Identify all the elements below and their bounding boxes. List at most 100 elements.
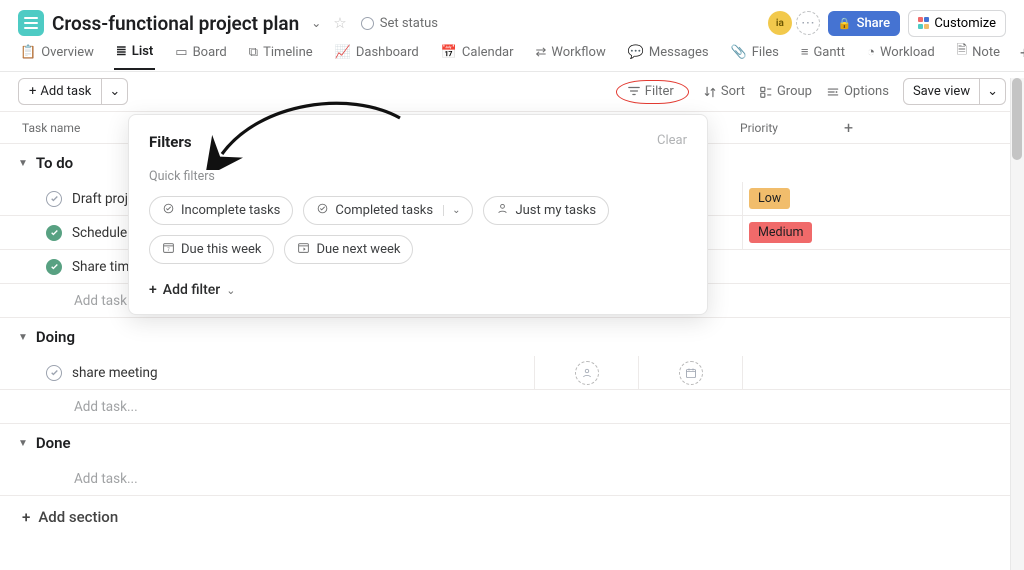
add-task-row[interactable]: Add task... bbox=[0, 390, 1024, 424]
tab-timeline[interactable]: ⧉ Timeline bbox=[247, 45, 315, 69]
sort-icon bbox=[703, 85, 717, 99]
set-status-button[interactable]: Set status bbox=[361, 16, 438, 31]
group-button[interactable]: Group bbox=[759, 84, 812, 99]
tab-gantt[interactable]: ≡Gantt bbox=[799, 44, 847, 69]
tab-label: Note bbox=[972, 45, 1000, 60]
filters-clear-button[interactable]: Clear bbox=[657, 133, 687, 148]
add-task-button[interactable]: + Add task bbox=[18, 78, 102, 105]
tab-board[interactable]: ▭ Board bbox=[173, 45, 229, 69]
tab-label: Workflow bbox=[551, 45, 605, 60]
tab-list[interactable]: ≣List bbox=[114, 44, 155, 70]
quick-filter-chip[interactable]: Incomplete tasks bbox=[149, 196, 293, 225]
filters-popover: Filters Clear Quick filters Incomplete t… bbox=[128, 114, 708, 315]
chip-icon bbox=[162, 202, 175, 219]
tab-label: Workload bbox=[880, 45, 935, 60]
tab-label: Overview bbox=[41, 45, 94, 60]
share-button[interactable]: 🔒 Share bbox=[828, 11, 900, 36]
tab-label: Dashboard bbox=[356, 45, 419, 60]
complete-checkbox[interactable] bbox=[46, 365, 62, 381]
add-filter-button[interactable]: + Add filter ⌄ bbox=[149, 282, 687, 298]
chip-label: Just my tasks bbox=[515, 203, 596, 218]
set-status-label: Set status bbox=[380, 16, 438, 31]
add-member-button[interactable]: ⋯ bbox=[796, 11, 820, 35]
avatar[interactable]: ia bbox=[768, 11, 792, 35]
section-name: To do bbox=[36, 154, 73, 172]
complete-checkbox[interactable] bbox=[46, 225, 62, 241]
add-column-button[interactable]: + bbox=[844, 118, 853, 137]
sort-label: Sort bbox=[721, 84, 745, 99]
add-section-label: Add section bbox=[38, 508, 118, 526]
group-label: Group bbox=[777, 84, 812, 99]
options-icon bbox=[826, 85, 840, 99]
task-row[interactable]: share meeting bbox=[0, 356, 1024, 390]
add-task-row[interactable]: Add task... bbox=[0, 462, 1024, 496]
quick-filters-label: Quick filters bbox=[149, 169, 687, 184]
priority-badge[interactable]: Medium bbox=[749, 222, 812, 243]
save-view-dropdown[interactable]: ⌄ bbox=[980, 78, 1006, 105]
sort-button[interactable]: Sort bbox=[703, 84, 745, 99]
tab-icon: 💬 bbox=[628, 45, 644, 60]
options-label: Options bbox=[844, 84, 889, 99]
complete-checkbox[interactable] bbox=[46, 259, 62, 275]
filter-icon bbox=[627, 84, 641, 98]
assignee-placeholder[interactable] bbox=[575, 361, 599, 385]
add-section-button[interactable]: + Add section bbox=[0, 496, 1024, 538]
tab-messages[interactable]: 💬 Messages bbox=[626, 45, 711, 69]
view-tabs: 📋Overview ≣List ▭ Board ⧉ Timeline 📈 Dashboard 📅… bbox=[0, 38, 1024, 72]
tab-workflow[interactable]: ⇄Workflow bbox=[534, 45, 608, 69]
status-dot-icon bbox=[361, 17, 374, 30]
column-priority: Priority bbox=[740, 121, 844, 135]
add-tab-button[interactable]: + bbox=[1020, 43, 1024, 70]
customize-button[interactable]: Customize bbox=[908, 10, 1006, 37]
quick-filter-chip[interactable]: Completed tasks ⌄ bbox=[303, 196, 473, 225]
tab-files[interactable]: 📎 Files bbox=[729, 45, 781, 69]
section-header[interactable]: ▼Done bbox=[0, 424, 1024, 462]
tab-icon: ⧉ bbox=[249, 45, 258, 60]
chevron-down-icon[interactable]: ⌄ bbox=[443, 205, 460, 216]
quick-filter-chip[interactable]: Due next week bbox=[284, 235, 413, 264]
tab-label: Board bbox=[193, 45, 227, 60]
tab-label: Timeline bbox=[263, 45, 313, 60]
priority-badge[interactable]: Low bbox=[749, 188, 790, 209]
scrollbar[interactable] bbox=[1010, 78, 1024, 570]
filters-title: Filters bbox=[149, 133, 687, 151]
add-task-dropdown[interactable]: ⌄ bbox=[102, 78, 128, 105]
tab-icon: 📈 bbox=[335, 45, 351, 60]
tab-dashboard[interactable]: 📈 Dashboard bbox=[333, 45, 421, 69]
quick-filter-chip[interactable]: 7Due this week bbox=[149, 235, 274, 264]
chip-icon bbox=[316, 202, 329, 219]
due-date-placeholder[interactable] bbox=[679, 361, 703, 385]
tab-label: Messages bbox=[649, 45, 709, 60]
task-name: Schedule bbox=[72, 225, 127, 241]
chip-label: Completed tasks bbox=[335, 203, 433, 218]
tab-icon: ▭ bbox=[175, 45, 187, 60]
tab-note[interactable]: 🗎 Note bbox=[955, 41, 1002, 72]
chip-icon bbox=[496, 202, 509, 219]
project-menu-chevron[interactable]: ⌄ bbox=[307, 12, 325, 34]
tab-label: Gantt bbox=[813, 45, 845, 60]
section-name: Doing bbox=[36, 328, 75, 346]
scrollbar-thumb[interactable] bbox=[1012, 78, 1022, 160]
project-title: Cross-functional project plan bbox=[52, 12, 299, 35]
add-task-label: Add task bbox=[40, 84, 91, 99]
tab-icon: ◔ bbox=[867, 44, 875, 60]
options-button[interactable]: Options bbox=[826, 84, 889, 99]
save-view-button[interactable]: Save view bbox=[903, 78, 980, 105]
tab-icon: 🗎 bbox=[957, 41, 967, 63]
complete-checkbox[interactable] bbox=[46, 191, 62, 207]
quick-filter-chip[interactable]: Just my tasks bbox=[483, 196, 609, 225]
tab-workload[interactable]: ◔ Workload bbox=[865, 44, 937, 69]
tab-icon: 📎 bbox=[731, 45, 747, 60]
section-header[interactable]: ▼ Doing bbox=[0, 318, 1024, 356]
caret-icon: ▼ bbox=[18, 332, 28, 343]
customize-label: Customize bbox=[934, 16, 996, 31]
chip-icon: 7 bbox=[162, 241, 175, 258]
tab-overview[interactable]: 📋Overview bbox=[18, 45, 96, 69]
filter-button[interactable]: Filter bbox=[616, 80, 689, 104]
chip-label: Due next week bbox=[316, 242, 400, 257]
task-name: Share tim bbox=[72, 259, 129, 275]
star-icon[interactable]: ☆ bbox=[333, 14, 346, 32]
add-filter-label: Add filter bbox=[163, 282, 220, 298]
tab-calendar[interactable]: 📅Calendar bbox=[439, 45, 516, 69]
tab-label: Files bbox=[752, 45, 779, 60]
